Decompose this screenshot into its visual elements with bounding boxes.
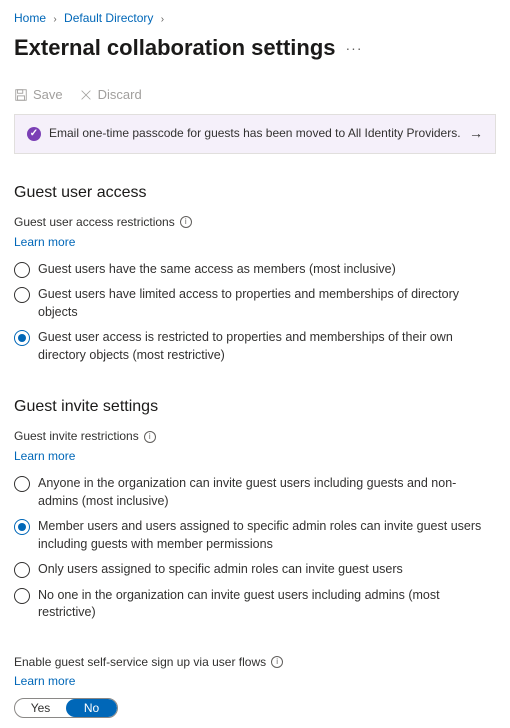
radio-group-guest-access: Guest users have the same access as memb…	[14, 257, 496, 369]
radio-label: No one in the organization can invite gu…	[38, 587, 496, 622]
breadcrumb: Home › Default Directory ›	[14, 10, 496, 27]
radio-option[interactable]: No one in the organization can invite gu…	[14, 583, 496, 626]
radio-label: Guest users have the same access as memb…	[38, 261, 496, 279]
save-icon	[14, 88, 28, 102]
radio-label: Only users assigned to specific admin ro…	[38, 561, 496, 579]
radio-option[interactable]: Member users and users assigned to speci…	[14, 514, 496, 557]
info-icon[interactable]: i	[144, 431, 156, 443]
toggle-self-service[interactable]: Yes No	[14, 698, 118, 718]
breadcrumb-directory[interactable]: Default Directory	[64, 11, 153, 25]
section-title-guest-access: Guest user access	[14, 182, 496, 204]
info-banner: ✓ Email one-time passcode for guests has…	[14, 114, 496, 154]
sub-label-self-service: Enable guest self-service sign up via us…	[14, 654, 496, 671]
chevron-right-icon: ›	[53, 14, 56, 25]
learn-more-guest-invite[interactable]: Learn more	[14, 448, 75, 465]
radio-icon	[14, 287, 30, 303]
radio-icon	[14, 330, 30, 346]
sub-label-guest-access: Guest user access restrictions i	[14, 214, 496, 231]
radio-option[interactable]: Guest users have the same access as memb…	[14, 257, 496, 283]
save-button[interactable]: Save	[14, 86, 63, 104]
radio-icon	[14, 262, 30, 278]
close-icon	[79, 88, 93, 102]
learn-more-self-service[interactable]: Learn more	[14, 673, 75, 690]
more-icon[interactable]: ···	[346, 39, 363, 59]
section-title-guest-invite: Guest invite settings	[14, 396, 496, 418]
radio-option[interactable]: Only users assigned to specific admin ro…	[14, 557, 496, 583]
radio-label: Guest users have limited access to prope…	[38, 286, 496, 321]
breadcrumb-home[interactable]: Home	[14, 11, 46, 25]
learn-more-guest-access[interactable]: Learn more	[14, 234, 75, 251]
radio-icon	[14, 588, 30, 604]
radio-icon	[14, 476, 30, 492]
discard-button[interactable]: Discard	[79, 86, 142, 104]
radio-label: Guest user access is restricted to prope…	[38, 329, 496, 364]
check-circle-icon: ✓	[27, 127, 41, 141]
sub-label-text: Guest invite restrictions	[14, 428, 139, 445]
page-title: External collaboration settings	[14, 33, 336, 64]
sub-label-text: Guest user access restrictions	[14, 214, 175, 231]
radio-label: Anyone in the organization can invite gu…	[38, 475, 496, 510]
info-icon[interactable]: i	[271, 656, 283, 668]
discard-label: Discard	[98, 86, 142, 104]
radio-icon	[14, 562, 30, 578]
radio-label: Member users and users assigned to speci…	[38, 518, 496, 553]
toggle-no[interactable]: No	[66, 699, 117, 717]
self-service-label: Enable guest self-service sign up via us…	[14, 654, 266, 671]
radio-option[interactable]: Guest users have limited access to prope…	[14, 282, 496, 325]
toolbar: Save Discard	[14, 86, 496, 104]
radio-icon	[14, 519, 30, 535]
save-label: Save	[33, 86, 63, 104]
info-icon[interactable]: i	[180, 216, 192, 228]
banner-text: Email one-time passcode for guests has b…	[49, 125, 461, 142]
radio-option[interactable]: Anyone in the organization can invite gu…	[14, 471, 496, 514]
radio-option[interactable]: Guest user access is restricted to prope…	[14, 325, 496, 368]
radio-group-guest-invite: Anyone in the organization can invite gu…	[14, 471, 496, 626]
toggle-yes[interactable]: Yes	[15, 699, 66, 717]
sub-label-guest-invite: Guest invite restrictions i	[14, 428, 496, 445]
arrow-right-icon[interactable]: →	[469, 124, 483, 144]
chevron-right-icon: ›	[161, 14, 164, 25]
